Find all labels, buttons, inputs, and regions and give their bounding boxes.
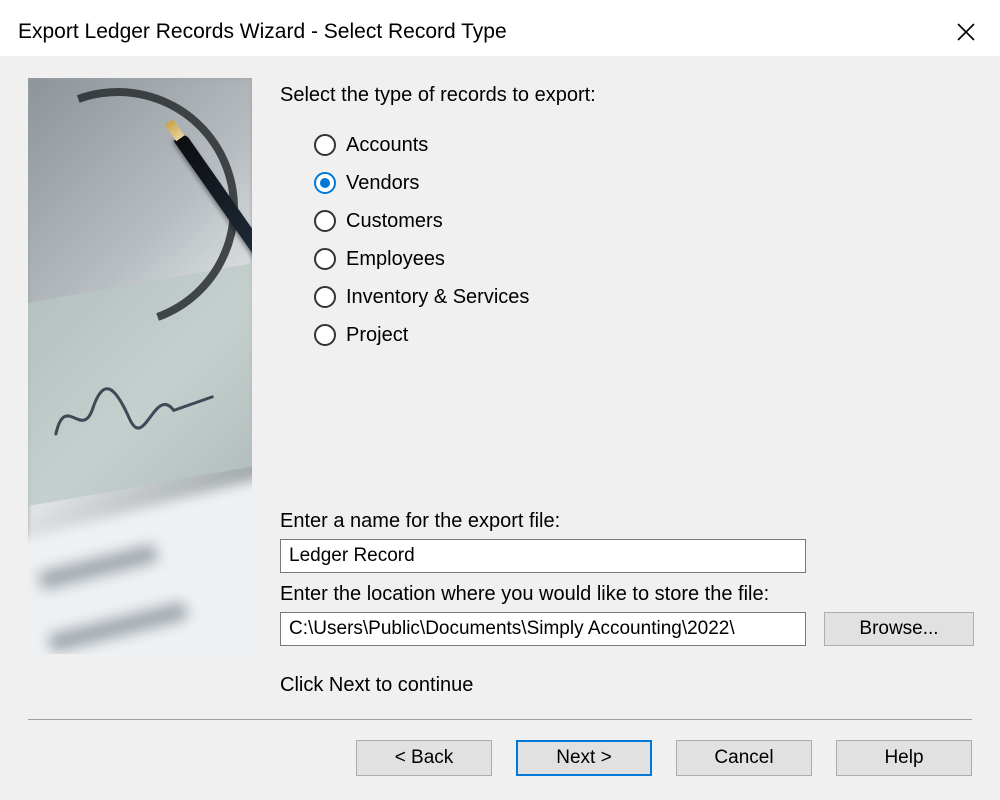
filename-label: Enter a name for the export file: <box>280 510 974 533</box>
radio-icon <box>314 210 336 232</box>
content-row: Select the type of records to export: Ac… <box>0 56 1000 697</box>
cancel-button[interactable]: Cancel <box>676 740 812 776</box>
record-type-radio[interactable]: Project <box>314 319 974 351</box>
radio-icon <box>314 324 336 346</box>
browse-button[interactable]: Browse... <box>824 612 974 646</box>
record-type-radio[interactable]: Customers <box>314 205 974 237</box>
record-type-radio[interactable]: Employees <box>314 243 974 275</box>
location-row: Browse... <box>280 612 974 646</box>
client-area: Select the type of records to export: Ac… <box>0 56 1000 800</box>
radio-label: Vendors <box>346 172 419 195</box>
record-type-radio-group: Accounts Vendors Customers Employees Invento… <box>314 129 974 351</box>
radio-icon <box>314 248 336 270</box>
record-type-radio[interactable]: Accounts <box>314 129 974 161</box>
close-icon <box>957 23 975 41</box>
wizard-banner-image <box>28 78 252 654</box>
radio-label: Accounts <box>346 134 428 157</box>
location-label: Enter the location where you would like … <box>280 583 974 606</box>
help-button[interactable]: Help <box>836 740 972 776</box>
location-input[interactable] <box>280 612 806 646</box>
radio-icon <box>314 286 336 308</box>
back-button[interactable]: < Back <box>356 740 492 776</box>
form-column: Select the type of records to export: Ac… <box>280 78 974 697</box>
close-button[interactable] <box>950 16 982 48</box>
radio-label: Inventory & Services <box>346 286 529 309</box>
radio-label: Project <box>346 324 408 347</box>
window-title: Export Ledger Records Wizard - Select Re… <box>18 20 507 44</box>
titlebar: Export Ledger Records Wizard - Select Re… <box>0 0 1000 56</box>
radio-icon <box>314 134 336 156</box>
record-type-radio[interactable]: Inventory & Services <box>314 281 974 313</box>
record-type-radio[interactable]: Vendors <box>314 167 974 199</box>
wizard-button-row: < Back Next > Cancel Help <box>0 720 1000 800</box>
radio-label: Employees <box>346 248 445 271</box>
next-button[interactable]: Next > <box>516 740 652 776</box>
export-wizard-dialog: Export Ledger Records Wizard - Select Re… <box>0 0 1000 800</box>
radio-icon <box>314 172 336 194</box>
select-type-prompt: Select the type of records to export: <box>280 84 974 107</box>
continue-hint: Click Next to continue <box>280 674 974 697</box>
radio-label: Customers <box>346 210 443 233</box>
filename-input[interactable] <box>280 539 806 573</box>
